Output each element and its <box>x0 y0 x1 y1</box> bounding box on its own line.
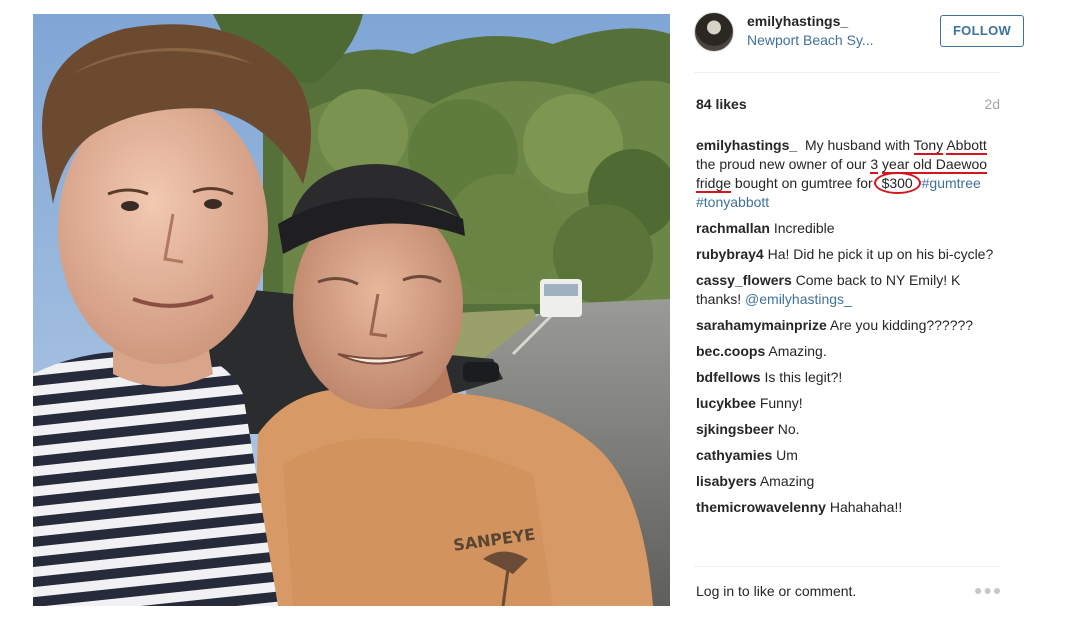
comment-text: Is this legit?! <box>764 369 843 385</box>
follow-button[interactable]: FOLLOW <box>940 15 1024 47</box>
comment-text: Amazing. <box>768 343 827 359</box>
hashtag-tonyabbott[interactable]: #tonyabbott <box>696 194 769 210</box>
comment-list: emilyhastings_ My husband with Tony Abbo… <box>696 136 996 524</box>
comment-text: Are you kidding?????? <box>829 317 974 333</box>
caption-text: bought on gumtree for <box>731 175 877 191</box>
comment-item: sarahamymainprize Are you kidding?????? <box>696 316 996 335</box>
comment-item: bec.coops Amazing. <box>696 342 996 361</box>
comment-item: bdfellows Is this legit?! <box>696 368 996 387</box>
comment-username[interactable]: rubybray4 <box>696 246 764 262</box>
comment-mention[interactable]: @emilyhastings_ <box>745 291 852 307</box>
post-photo[interactable]: SANPEYE <box>33 14 670 606</box>
comment-username[interactable]: lucykbee <box>696 395 756 411</box>
comment-item: rachmallan Incredible <box>696 219 996 238</box>
comment-item: cassy_flowers Come back to NY Emily! K t… <box>696 271 996 309</box>
caption-highlight-surname: Abbott <box>946 137 987 155</box>
login-to-comment-link[interactable]: Log in to like or comment. <box>696 583 856 599</box>
caption-text: the proud new owner of our <box>696 156 871 172</box>
hashtag-gumtree[interactable]: #gumtree <box>922 175 981 191</box>
comment-text: Ha! Did he pick it up on his bi-cycle? <box>767 246 994 262</box>
caption: emilyhastings_ My husband with Tony Abbo… <box>696 136 996 212</box>
comment-username[interactable]: sarahamymainprize <box>696 317 827 333</box>
comment-username[interactable]: bec.coops <box>696 343 765 359</box>
comment-item: lisabyers Amazing <box>696 472 996 491</box>
comment-item: cathyamies Um <box>696 446 996 465</box>
comment-username[interactable]: rachmallan <box>696 220 770 236</box>
post-side-panel: emilyhastings_ Newport Beach Sy... FOLLO… <box>670 0 1080 620</box>
likes-count[interactable]: 84 likes <box>696 96 747 112</box>
comment-username[interactable]: bdfellows <box>696 369 761 385</box>
post-username[interactable]: emilyhastings_ <box>747 13 848 29</box>
divider <box>694 566 1000 567</box>
comment-item: lucykbee Funny! <box>696 394 996 413</box>
caption-text: My husband with <box>804 137 914 153</box>
comment-text: Amazing <box>759 473 815 489</box>
caption-highlight-age: 3 <box>870 156 879 174</box>
comment-item: sjkingsbeer No. <box>696 420 996 439</box>
post-header: emilyhastings_ Newport Beach Sy... FOLLO… <box>694 12 1024 52</box>
caption-highlight-name: Tony <box>913 137 944 155</box>
comment-username[interactable]: themicrowavelenny <box>696 499 826 515</box>
avatar[interactable] <box>694 12 734 52</box>
comment-text: Um <box>776 447 798 463</box>
comment-text: No. <box>777 421 800 437</box>
comment-item: themicrowavelenny Hahahaha!! <box>696 498 996 517</box>
divider <box>694 72 1000 73</box>
post-location[interactable]: Newport Beach Sy... <box>747 32 874 48</box>
caption-highlight-price: $300 <box>873 172 921 194</box>
comment-username[interactable]: sjkingsbeer <box>696 421 774 437</box>
comment-item: rubybray4 Ha! Did he pick it up on his b… <box>696 245 996 264</box>
comment-username[interactable]: cassy_flowers <box>696 272 792 288</box>
ellipsis-icon[interactable]: ●●● <box>974 582 1002 598</box>
post-age: 2d <box>984 96 1000 112</box>
caption-username[interactable]: emilyhastings_ <box>696 137 797 153</box>
comment-text: Funny! <box>759 395 803 411</box>
comment-text: Hahahaha!! <box>829 499 903 515</box>
comment-text: Incredible <box>773 220 835 236</box>
comment-username[interactable]: cathyamies <box>696 447 772 463</box>
comment-username[interactable]: lisabyers <box>696 473 757 489</box>
